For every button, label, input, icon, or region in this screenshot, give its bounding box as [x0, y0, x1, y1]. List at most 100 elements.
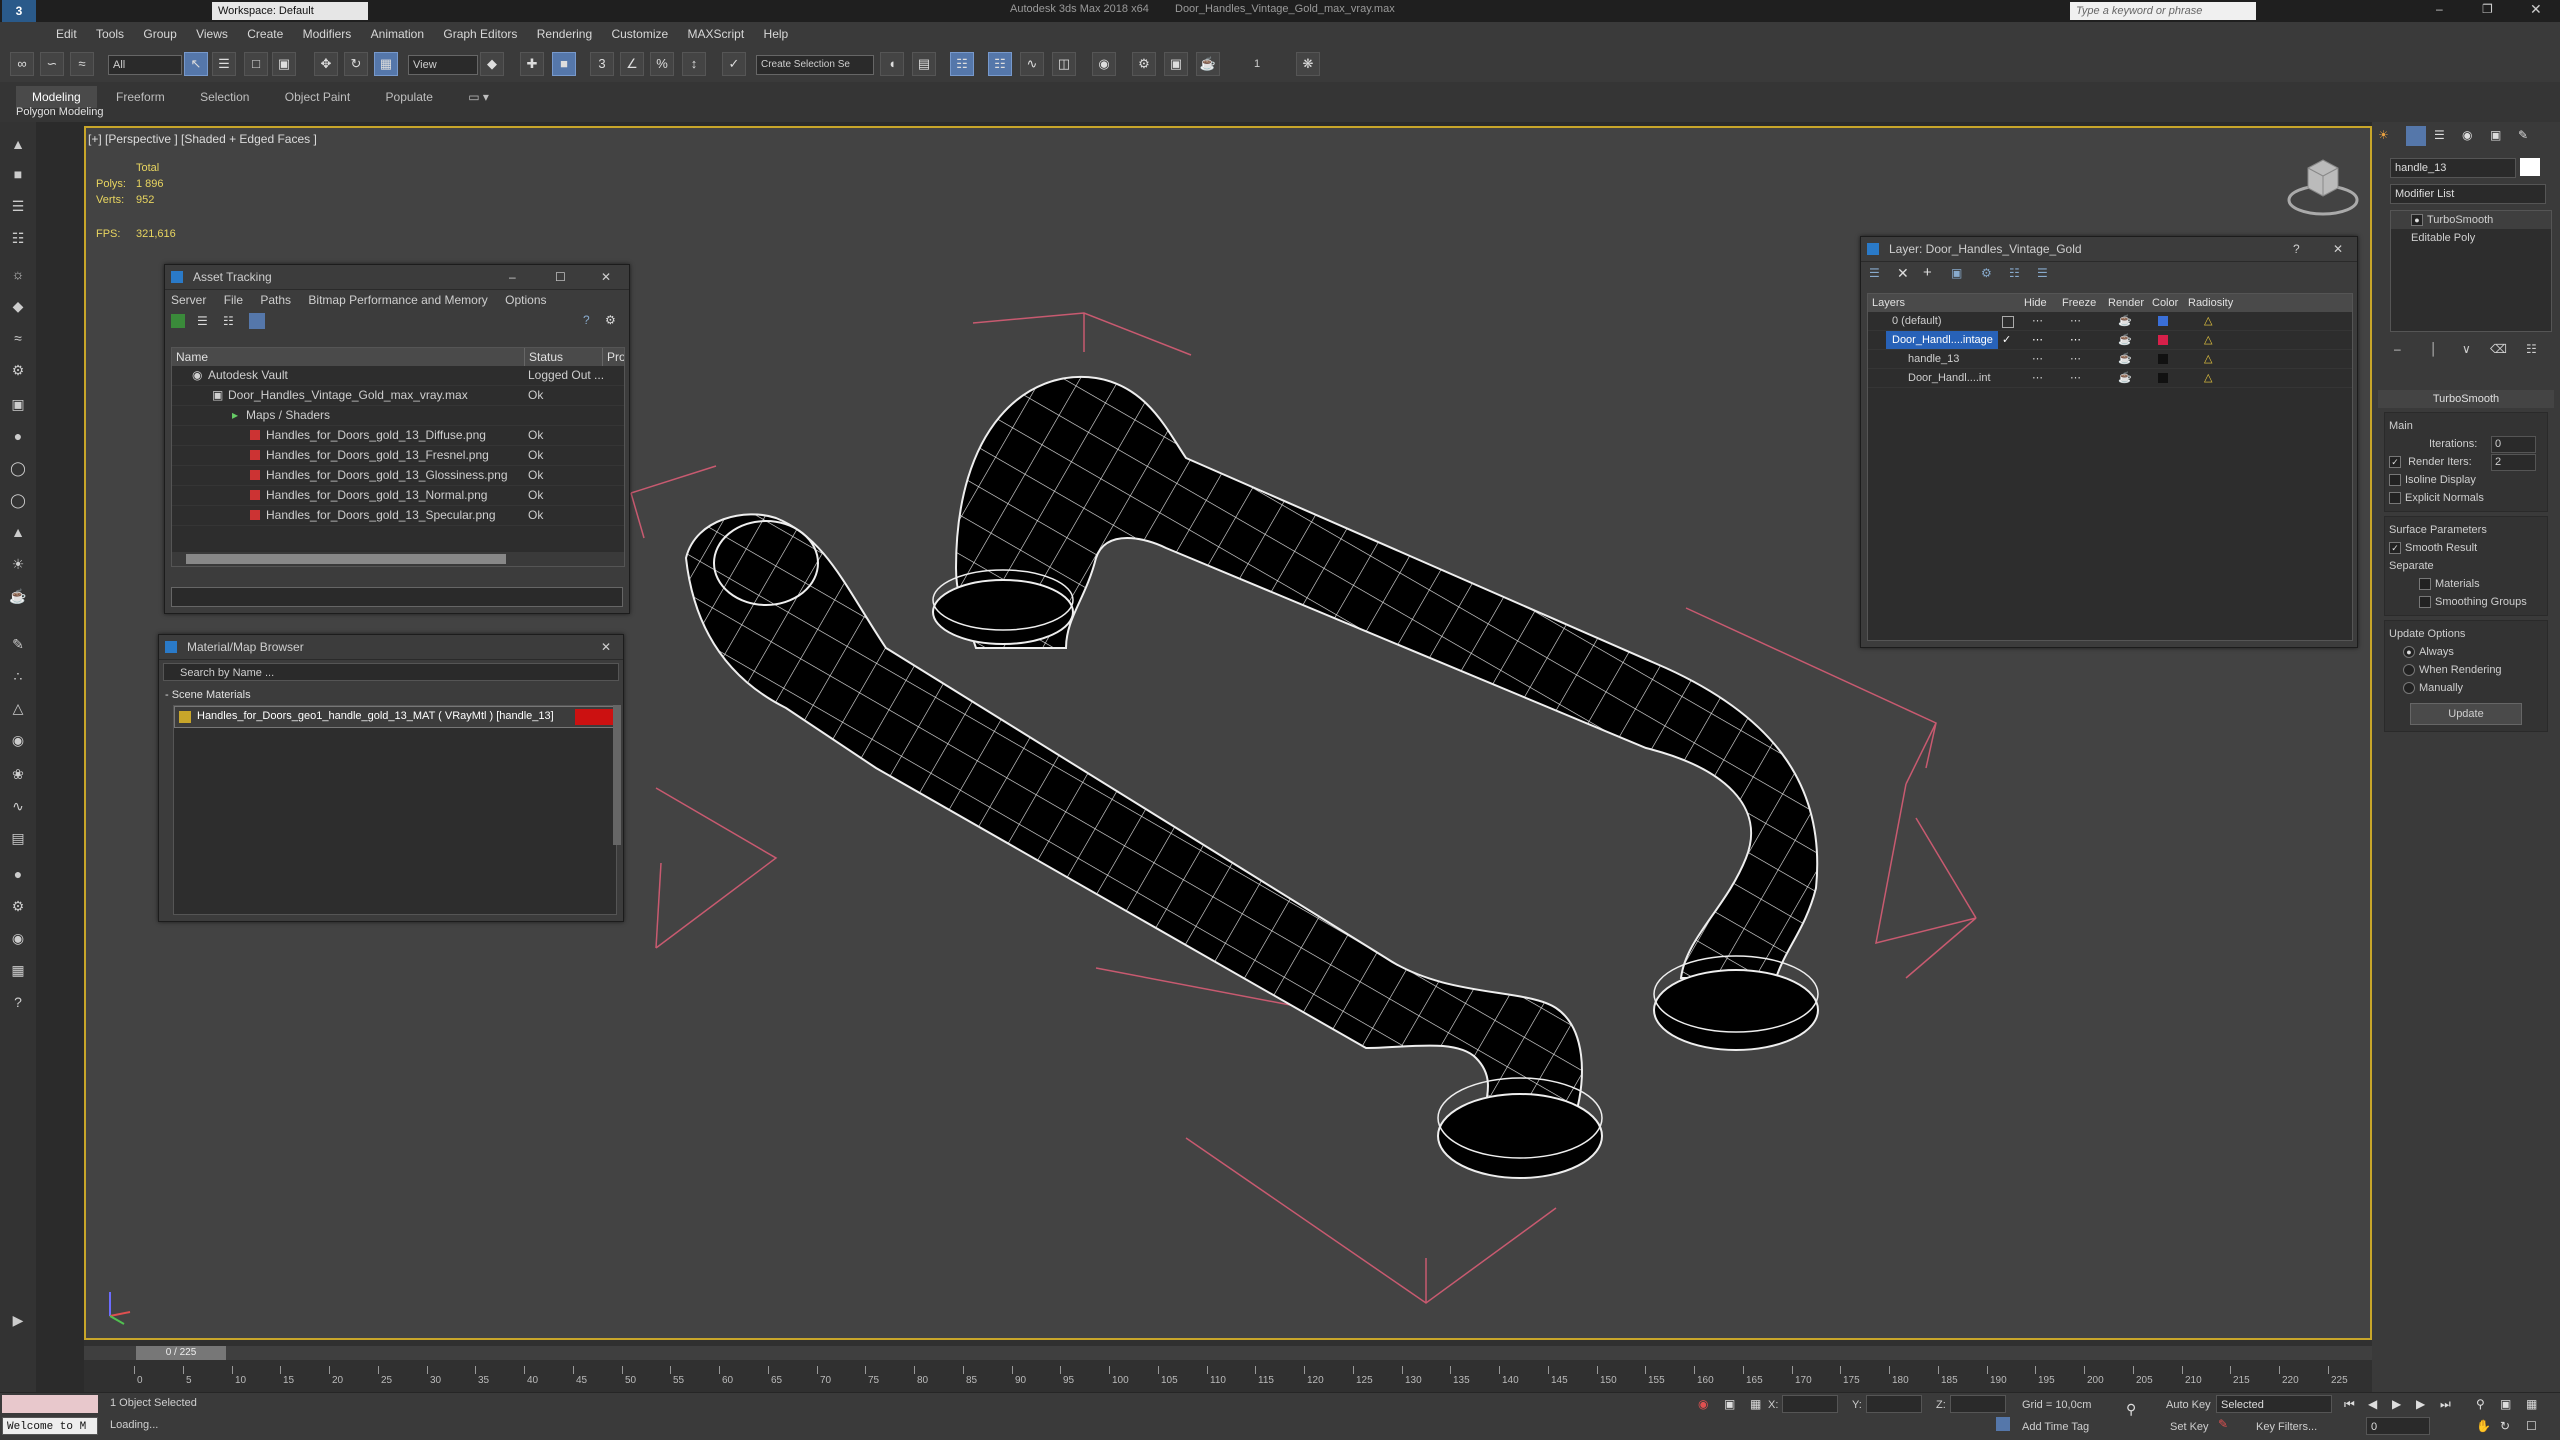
layer-color-swatch[interactable] — [2158, 316, 2168, 326]
sphere-icon[interactable]: ● — [6, 424, 30, 448]
menu-modifiers[interactable]: Modifiers — [295, 22, 360, 46]
column-render[interactable]: Render — [2108, 294, 2144, 312]
radiosity-icon[interactable]: △ — [2204, 369, 2212, 387]
paint-icon[interactable]: ✎ — [6, 632, 30, 656]
help-icon[interactable]: ? — [2293, 237, 2300, 261]
layer-row-door-handles[interactable]: Door_Handl....intage ✓ ⋯ ⋯ ☕ △ — [1868, 331, 2352, 350]
isolate-icon[interactable]: ◉ — [1698, 1397, 1708, 1411]
remove-modifier-icon[interactable]: ⌫ — [2490, 342, 2507, 356]
next-frame-icon[interactable]: ▶ — [2416, 1397, 2425, 1411]
ribbon-options-icon[interactable]: ▭ ▾ — [452, 86, 505, 108]
maximize-viewport-icon[interactable]: ☐ — [2526, 1419, 2537, 1433]
material-map-browser-window[interactable]: Material/Map Browser ✕ Search by Name ..… — [158, 634, 624, 922]
layer-row-handle-13[interactable]: handle_13 ⋯ ⋯ ☕ △ — [1868, 350, 2352, 369]
maximize-icon[interactable]: ☐ — [555, 265, 566, 289]
asset-row-fresnel[interactable]: Handles_for_Doors_gold_13_Fresnel.png Ok — [172, 446, 624, 466]
tab-populate[interactable]: Populate — [370, 86, 449, 108]
material-search-input[interactable]: Search by Name ... — [163, 663, 619, 681]
menu-customize[interactable]: Customize — [603, 22, 676, 46]
time-tag-icon[interactable] — [1996, 1417, 2010, 1431]
asset-row-specular[interactable]: Handles_for_Doors_gold_13_Specular.png O… — [172, 506, 624, 526]
render-teapot-icon[interactable]: ☕ — [1196, 52, 1220, 76]
maxscript-listener-input[interactable]: Welcome to M — [2, 1417, 98, 1435]
when-rendering-row[interactable]: When Rendering — [2389, 661, 2543, 679]
configure-sets-icon[interactable]: ☷ — [2526, 342, 2537, 356]
render-teapot-icon[interactable]: ☕ — [2118, 369, 2132, 387]
tab-selection[interactable]: Selection — [184, 86, 265, 108]
go-to-end-icon[interactable]: ⏭ — [2440, 1397, 2451, 1412]
time-slider-track[interactable] — [84, 1346, 2372, 1360]
menu-options[interactable]: Options — [505, 293, 546, 307]
create-geometry-icon[interactable]: ▲ — [6, 132, 30, 156]
active-layer-checkbox[interactable] — [2002, 316, 2014, 328]
layer-row-default[interactable]: 0 (default) ⋯ ⋯ ☕ △ — [1868, 312, 2352, 331]
pin-stack-icon[interactable]: – — [2394, 342, 2401, 356]
menu-tools[interactable]: Tools — [88, 22, 132, 46]
selection-set-dropdown[interactable]: Selected — [2216, 1395, 2332, 1413]
close-icon[interactable]: ✕ — [2530, 1, 2542, 18]
manually-row[interactable]: Manually — [2389, 679, 2543, 697]
leaf-icon[interactable]: ❀ — [6, 762, 30, 786]
close-icon[interactable]: ✕ — [601, 635, 611, 659]
asset-row-normal[interactable]: Handles_for_Doors_gold_13_Normal.png Ok — [172, 486, 624, 506]
key-filters-button[interactable]: Key Filters... — [2256, 1421, 2317, 1433]
scale-icon[interactable]: ▦ — [374, 52, 398, 76]
select-manipulate-icon[interactable]: ✚ — [520, 52, 544, 76]
percent-snap-icon[interactable]: % — [650, 52, 674, 76]
add-to-layer-icon[interactable]: + — [1923, 264, 1932, 281]
smoothing-groups-checkbox[interactable] — [2419, 596, 2431, 609]
freeze-toggle[interactable]: ⋯ — [2070, 331, 2081, 349]
minimize-icon[interactable]: – — [509, 265, 516, 289]
explicit-normals-row[interactable]: Explicit Normals — [2389, 489, 2543, 507]
column-pro[interactable]: Pro — [602, 348, 624, 366]
set-key-filter-icon[interactable]: ✎ — [2218, 1417, 2228, 1431]
column-freeze[interactable]: Freeze — [2062, 294, 2096, 312]
motion-tab-icon[interactable]: ◉ — [2462, 128, 2472, 142]
stack-item-editable-poly[interactable]: Editable Poly — [2391, 229, 2551, 247]
column-layers[interactable]: Layers — [1872, 294, 1905, 312]
menu-edit[interactable]: Edit — [48, 22, 85, 46]
modify-tab-icon[interactable] — [2406, 126, 2426, 146]
current-frame-field[interactable]: 0 — [2366, 1417, 2430, 1435]
zoom-icon[interactable]: ⚲ — [2476, 1397, 2485, 1411]
orbit-icon[interactable]: ↻ — [2500, 1419, 2510, 1433]
link-icon[interactable]: ∞ — [10, 52, 34, 76]
asset-row-diffuse[interactable]: Handles_for_Doors_gold_13_Diffuse.png Ok — [172, 426, 624, 446]
layer-sort-icon[interactable]: ☷ — [2009, 266, 2020, 280]
rectangular-selection-icon[interactable]: □ — [244, 52, 268, 76]
spacewarp-icon[interactable]: ≈ — [6, 326, 30, 350]
help-icon[interactable]: ? — [6, 990, 30, 1014]
refresh-icon[interactable] — [171, 314, 185, 328]
smoothing-groups-row[interactable]: Smoothing Groups — [2389, 593, 2543, 611]
layer-properties-icon[interactable]: ⚙ — [1981, 266, 1992, 280]
close-icon[interactable]: ✕ — [601, 265, 611, 289]
system-icon[interactable]: ⚙ — [6, 358, 30, 382]
ribbon-subtitle[interactable]: Polygon Modeling — [16, 106, 103, 118]
tab-modeling[interactable]: Modeling — [16, 86, 97, 108]
menu-animation[interactable]: Animation — [363, 22, 432, 46]
isoline-checkbox[interactable] — [2389, 474, 2401, 487]
pivot-center-icon[interactable]: ◆ — [480, 52, 504, 76]
selection-filter-dropdown[interactable]: All — [108, 55, 182, 75]
settings-icon[interactable]: ⚙ — [605, 313, 616, 327]
layer-explorer-icon[interactable]: ☷ — [950, 52, 974, 76]
app-logo-icon[interactable]: 3 — [2, 0, 36, 22]
radiosity-icon[interactable]: △ — [2204, 331, 2212, 349]
box-icon[interactable]: ■ — [6, 162, 30, 186]
render-teapot-icon[interactable]: ☕ — [2118, 312, 2132, 330]
vray-icon[interactable]: ❋ — [1296, 52, 1320, 76]
always-row[interactable]: ● Always — [2389, 643, 2543, 661]
viewcube-icon[interactable] — [2286, 156, 2360, 220]
layer-color-swatch[interactable] — [2158, 335, 2168, 345]
layers-icon[interactable]: ☰ — [6, 194, 30, 218]
y-coordinate-field[interactable] — [1866, 1395, 1922, 1413]
workspace-dropdown[interactable]: Workspace: Default — [212, 2, 368, 20]
particle-icon[interactable]: ∴ — [6, 664, 30, 688]
minimize-icon[interactable]: – — [2436, 2, 2443, 16]
menu-help[interactable]: Help — [756, 22, 797, 46]
unlink-icon[interactable]: ∽ — [40, 52, 64, 76]
rotate-icon[interactable]: ↻ — [344, 52, 368, 76]
zoom-extents-icon[interactable]: ▣ — [2500, 1397, 2511, 1411]
rendered-frame-window-icon[interactable]: ▣ — [1164, 52, 1188, 76]
object-name-field[interactable]: handle_13 — [2390, 158, 2516, 178]
